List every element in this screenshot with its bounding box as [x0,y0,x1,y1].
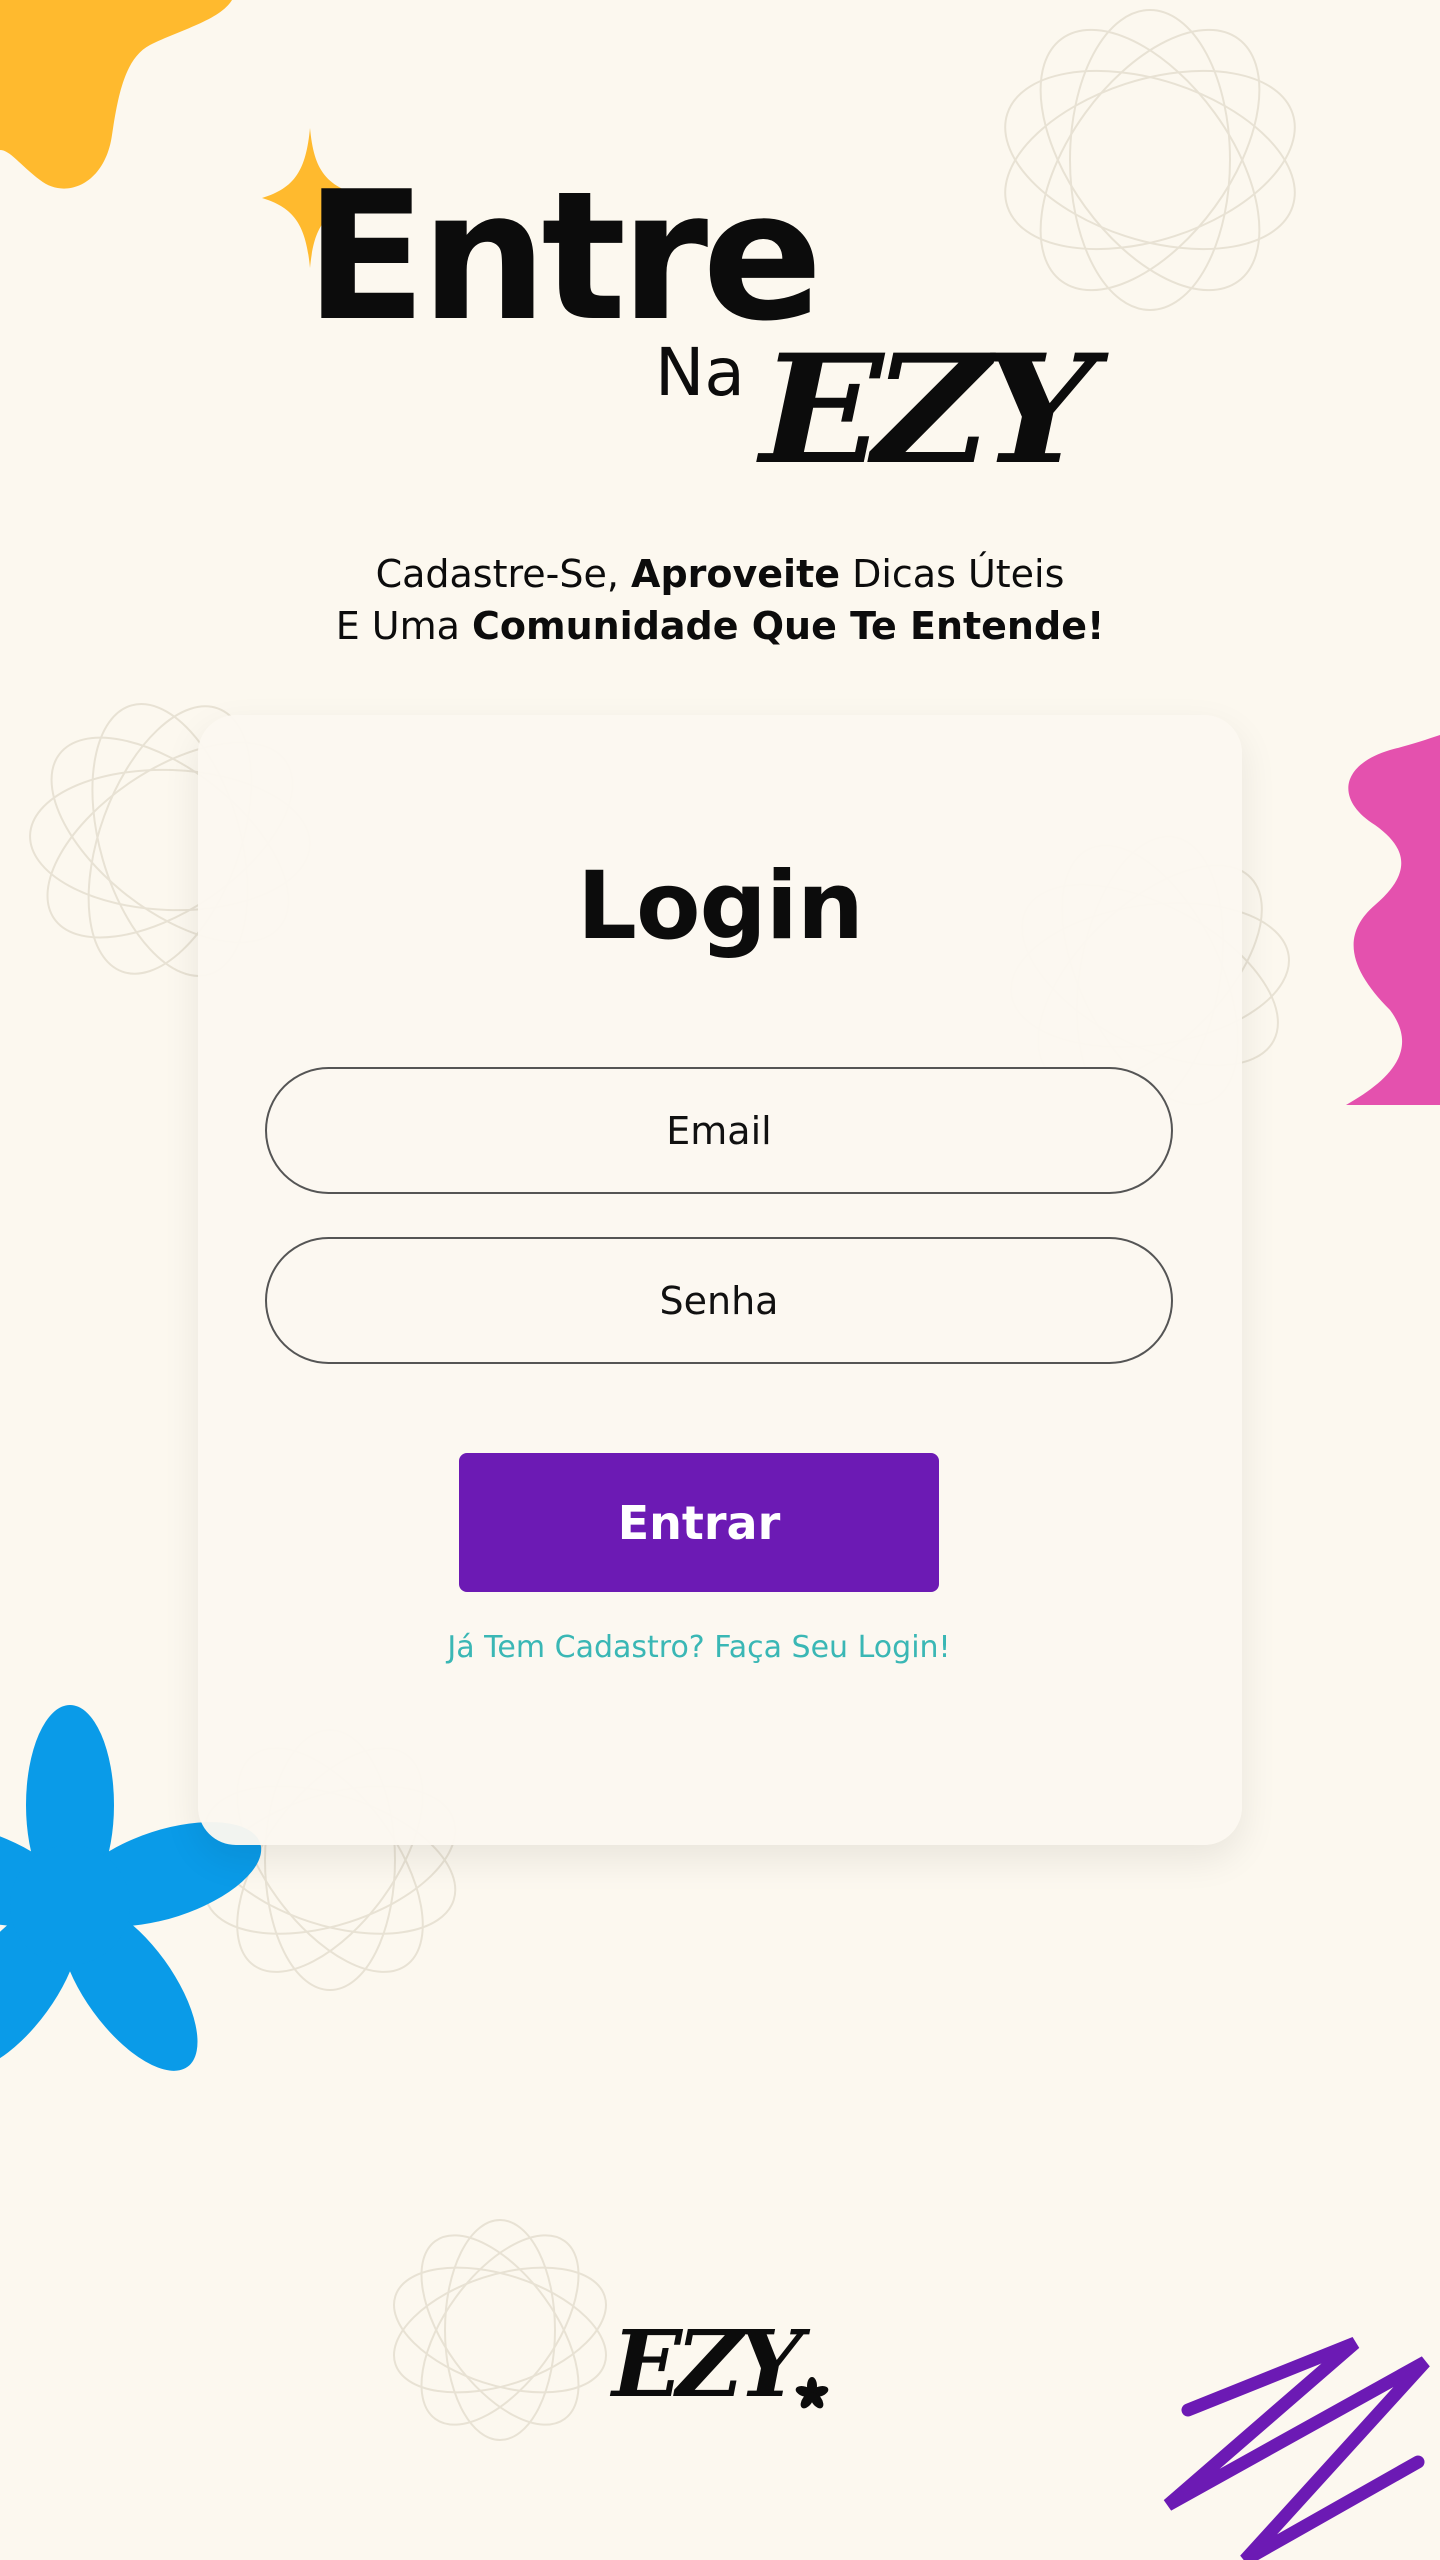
submit-button[interactable]: Entrar [459,1453,939,1592]
flower-outline-top-right [1004,9,1296,311]
brand-logo: EZY [760,322,1096,498]
purple-zigzag-shape [1163,2336,1430,2560]
email-field[interactable] [265,1067,1173,1194]
hero-title-na: Na [655,334,745,411]
subtitle-text: Dicas Úteis [840,552,1065,596]
yellow-blob-shape [0,0,232,189]
flower-outline-bottom [393,2219,607,2441]
asterisk-icon [795,2377,829,2409]
footer-logo: EZY [612,2310,803,2418]
subtitle-text: Cadastre-Se, [375,552,632,596]
hero-subtitle: Cadastre-Se, Aproveite Dicas Úteis E Uma… [230,548,1210,652]
login-title: Login [577,852,864,961]
password-field[interactable] [265,1237,1173,1364]
subtitle-text: E Uma [335,604,472,648]
subtitle-bold: Aproveite [631,552,841,596]
subtitle-bold: Comunidade Que Te Entende! [471,604,1105,648]
hero-title: Entre [305,153,823,360]
login-link[interactable]: Já Tem Cadastro? Faça Seu Login! [0,1630,1398,1665]
